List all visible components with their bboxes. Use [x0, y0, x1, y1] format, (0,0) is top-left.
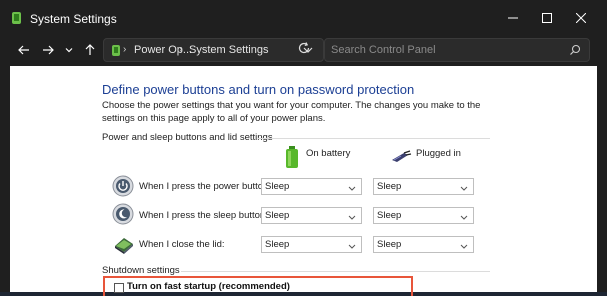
title-bar: System Settings [0, 0, 607, 36]
control-panel-icon [11, 11, 23, 25]
close-lid-plugged-select[interactable]: Sleep [373, 236, 474, 253]
chevron-down-icon [460, 242, 468, 253]
select-value: Sleep [377, 210, 402, 221]
address-bar[interactable]: › Power Op... › System Settings [103, 38, 324, 62]
power-button-battery-select[interactable]: Sleep [261, 178, 362, 195]
row-label-power-button: When I press the power button: [139, 181, 272, 192]
breadcrumb-power-options[interactable]: Power Op... [134, 44, 192, 56]
fast-startup-label[interactable]: Turn on fast startup (recommended) [127, 281, 290, 292]
column-header-plugged-in: Plugged in [416, 148, 461, 159]
power-plug-icon [390, 150, 412, 169]
battery-icon [285, 146, 299, 173]
breadcrumb-separator: › [179, 44, 183, 55]
section-divider [258, 138, 490, 139]
recent-dropdown-icon[interactable] [58, 39, 80, 61]
power-button-plugged-select[interactable]: Sleep [373, 178, 474, 195]
chevron-down-icon [460, 184, 468, 195]
system-settings-window: System Settings › Power Op... › System S… [0, 0, 607, 296]
sleep-button-icon [112, 203, 134, 225]
select-value: Sleep [377, 181, 402, 192]
close-button[interactable] [566, 8, 596, 28]
minimize-button[interactable] [498, 8, 528, 28]
forward-arrow-icon[interactable] [37, 39, 59, 61]
main-content: Define power buttons and turn on passwor… [10, 66, 597, 296]
window-title: System Settings [30, 12, 117, 26]
row-label-sleep-button: When I press the sleep button: [139, 210, 268, 221]
search-placeholder: Search Control Panel [331, 44, 436, 56]
search-input[interactable]: Search Control Panel [324, 38, 590, 62]
select-value: Sleep [265, 210, 290, 221]
power-button-icon [112, 175, 134, 197]
section-title-power: Power and sleep buttons and lid settings [102, 132, 273, 143]
select-value: Sleep [377, 239, 402, 250]
back-arrow-icon[interactable] [13, 39, 35, 61]
search-icon[interactable] [569, 44, 581, 59]
column-header-on-battery: On battery [306, 148, 351, 159]
breadcrumb-system-settings[interactable]: System Settings [189, 44, 268, 56]
select-value: Sleep [265, 239, 290, 250]
up-arrow-icon[interactable] [79, 39, 101, 61]
control-panel-icon [111, 44, 121, 60]
chevron-down-icon [460, 213, 468, 224]
navigation-bar: › Power Op... › System Settings Search C… [0, 36, 607, 64]
row-label-close-lid: When I close the lid: [139, 239, 225, 250]
chevron-down-icon [348, 184, 356, 195]
refresh-icon[interactable] [297, 41, 317, 61]
section-title-shutdown: Shutdown settings [102, 265, 180, 276]
close-lid-battery-select[interactable]: Sleep [261, 236, 362, 253]
page-description: Choose the power settings that you want … [102, 100, 481, 124]
page-title: Define power buttons and turn on passwor… [102, 82, 415, 97]
sleep-button-plugged-select[interactable]: Sleep [373, 207, 474, 224]
laptop-lid-icon [112, 232, 134, 254]
chevron-down-icon [348, 213, 356, 224]
breadcrumb-separator: › [123, 44, 127, 55]
maximize-button[interactable] [532, 8, 562, 28]
section-divider [181, 271, 490, 272]
select-value: Sleep [265, 181, 290, 192]
sleep-button-battery-select[interactable]: Sleep [261, 207, 362, 224]
chevron-down-icon [348, 242, 356, 253]
